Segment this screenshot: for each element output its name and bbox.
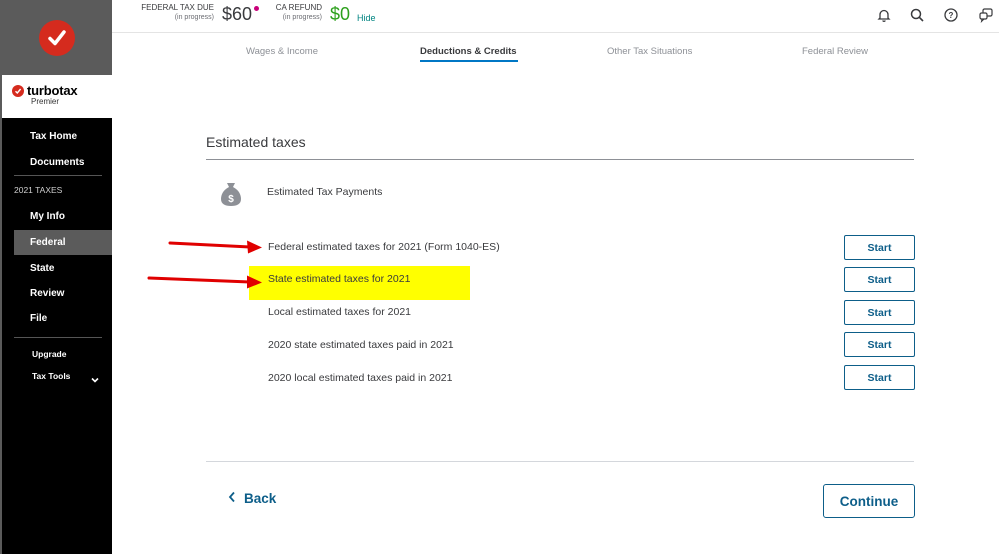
start-button-2020-local-paid[interactable]: Start (844, 365, 915, 390)
sidebar-item-tax-tools[interactable]: Tax Tools (32, 371, 70, 381)
step-other-tax-situations[interactable]: Other Tax Situations (607, 46, 692, 57)
brand-edition: Premier (31, 97, 60, 106)
logo-area (2, 0, 112, 75)
row-label-2020-state-paid: 2020 state estimated taxes paid in 2021 (268, 339, 454, 351)
status-dot (254, 6, 259, 11)
sidebar-item-upgrade[interactable]: Upgrade (32, 349, 66, 359)
continue-button[interactable]: Continue (823, 484, 915, 518)
sidebar-item-federal[interactable]: Federal (30, 237, 66, 248)
sidebar: turbotax Premier Tax Home Documents 2021… (0, 0, 112, 554)
chat-icon[interactable] (978, 7, 994, 24)
top-bar: FEDERAL TAX DUE (in progress) $60 CA REF… (112, 0, 999, 33)
sidebar-item-file[interactable]: File (30, 313, 47, 324)
sidebar-item-my-info[interactable]: My Info (30, 211, 65, 222)
page-title: Estimated taxes (206, 134, 306, 150)
brand-name: turbotax (27, 83, 78, 98)
bell-icon[interactable] (876, 7, 892, 23)
sidebar-item-tax-home[interactable]: Tax Home (30, 131, 77, 142)
sidebar-divider (14, 337, 102, 338)
federal-tax-label: FEDERAL TAX DUE (141, 3, 214, 12)
federal-tax-status: (in progress) (174, 14, 214, 21)
search-icon[interactable] (909, 7, 925, 23)
start-button-federal-estimated[interactable]: Start (844, 235, 915, 260)
state-refund: CA REFUND (in progress) (270, 3, 322, 22)
red-arrow-icon (168, 240, 262, 254)
section-heading: Estimated Tax Payments (267, 186, 383, 198)
start-button-2020-state-paid[interactable]: Start (844, 332, 915, 357)
federal-tax-due: FEDERAL TAX DUE (in progress) (138, 3, 214, 22)
state-refund-status: (in progress) (282, 14, 322, 21)
sidebar-item-documents[interactable]: Documents (30, 157, 84, 168)
back-button[interactable]: Back (228, 491, 276, 506)
footer-divider (206, 461, 914, 462)
row-label-2020-local-paid: 2020 local estimated taxes paid in 2021 (268, 372, 453, 384)
sidebar-divider (14, 175, 102, 176)
step-deductions-credits[interactable]: Deductions & Credits (420, 46, 517, 57)
start-button-state-estimated[interactable]: Start (844, 267, 915, 292)
state-refund-label: CA REFUND (275, 3, 322, 12)
brand-check-icon (12, 84, 24, 97)
chevron-left-icon (228, 491, 236, 506)
help-icon[interactable]: ? (943, 7, 959, 23)
hide-link[interactable]: Hide (357, 13, 376, 23)
red-arrow-icon (147, 275, 262, 289)
title-divider (206, 159, 914, 160)
step-federal-review[interactable]: Federal Review (802, 46, 868, 57)
state-refund-amount[interactable]: $0 (330, 4, 350, 25)
svg-text:?: ? (949, 11, 954, 20)
row-label-local-estimated: Local estimated taxes for 2021 (268, 306, 412, 318)
active-step-indicator (420, 60, 518, 62)
step-wages-income[interactable]: Wages & Income (246, 46, 318, 57)
brand-wordmark: turbotax Premier (2, 75, 112, 118)
svg-text:$: $ (228, 194, 234, 205)
start-button-local-estimated[interactable]: Start (844, 300, 915, 325)
money-bag-icon: $ (219, 181, 243, 212)
row-label-state-estimated: State estimated taxes for 2021 (268, 273, 411, 285)
progress-steps: Wages & Income Deductions & Credits Othe… (112, 33, 999, 63)
chevron-down-icon[interactable] (90, 372, 100, 390)
row-label-federal-estimated: Federal estimated taxes for 2021 (Form 1… (268, 241, 500, 253)
federal-tax-amount[interactable]: $60 (222, 4, 252, 25)
turbotax-logo-icon[interactable] (39, 19, 75, 56)
sidebar-item-state[interactable]: State (30, 263, 54, 274)
back-label: Back (244, 491, 277, 506)
sidebar-section-label: 2021 TAXES (14, 185, 63, 195)
sidebar-item-review[interactable]: Review (30, 288, 64, 299)
